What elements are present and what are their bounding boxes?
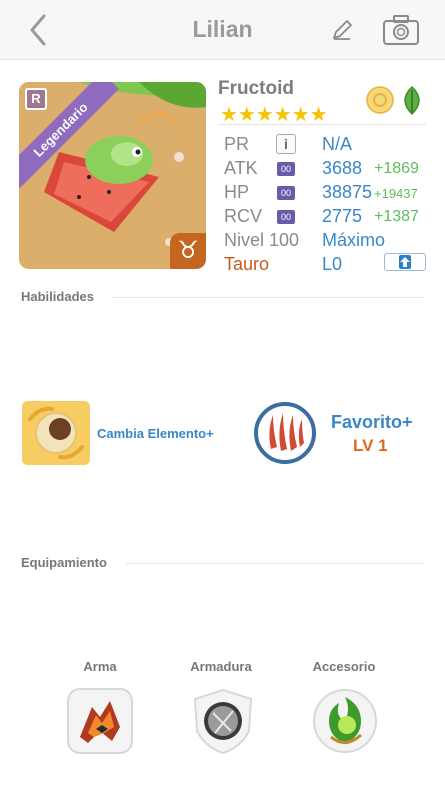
weapon-slot[interactable] [66,687,134,755]
equipment-divider [126,563,424,564]
rcv-plus-badge: 00 [277,210,295,224]
monster-name: Fructoid [218,78,294,99]
accessory-label: Accesorio [312,659,376,674]
armor-slot[interactable] [189,687,257,755]
element-icons [366,85,420,116]
pr-label: PR [224,134,250,154]
hp-label: HP [224,182,250,202]
leaf-element-icon [404,85,420,116]
pencil-icon[interactable] [330,18,354,42]
chevron-left-icon[interactable] [22,12,58,48]
armor-label: Armadura [190,659,252,674]
level-value: Máximo [322,230,386,250]
element-change-icon [22,401,90,465]
monster-portrait[interactable]: Legendario R ♉ [19,82,206,269]
info-icon[interactable]: i [276,134,296,154]
skill-icon[interactable] [22,401,90,465]
accessory-slot[interactable] [311,687,379,755]
ability-level: LV 1 [353,436,388,455]
rcv-label: RCV [224,206,263,226]
claw-ability-icon[interactable] [253,401,317,465]
hp-value: 38875 [322,182,373,202]
weapon-label: Arma [83,659,117,674]
abilities-section-label: Habilidades [21,289,94,304]
taurus-icon: ♉ [170,233,206,269]
hp-bonus: +19437 [374,186,418,201]
divider [218,124,426,125]
rcv-value: 2775 [322,206,363,226]
page-title: Lilian [192,16,253,42]
pr-value: N/A [322,134,353,154]
atk-value: 3688 [322,158,363,178]
upgrade-button[interactable] [384,253,426,271]
skill-name[interactable]: Cambia Elemento+ [97,426,214,441]
abilities-divider [112,297,424,298]
rcv-bonus: +1387 [374,208,419,225]
light-element-icon [366,86,394,114]
zodiac-label: Tauro [224,254,270,274]
atk-label: ATK [224,158,258,178]
atk-plus-badge: 00 [277,162,295,176]
rank-icon: R [25,88,47,110]
hp-plus-badge: 00 [277,186,295,200]
top-bar: Lilian [0,0,445,60]
equipment-section-label: Equipamiento [21,555,107,570]
ability-name[interactable]: Favorito+ [331,412,413,433]
atk-bonus: +1869 [374,160,419,177]
zodiac-level: L0 [322,254,343,274]
camera-icon[interactable] [382,14,420,46]
arrow-up-icon [399,255,411,269]
level-label: Nivel 100 [224,230,300,250]
